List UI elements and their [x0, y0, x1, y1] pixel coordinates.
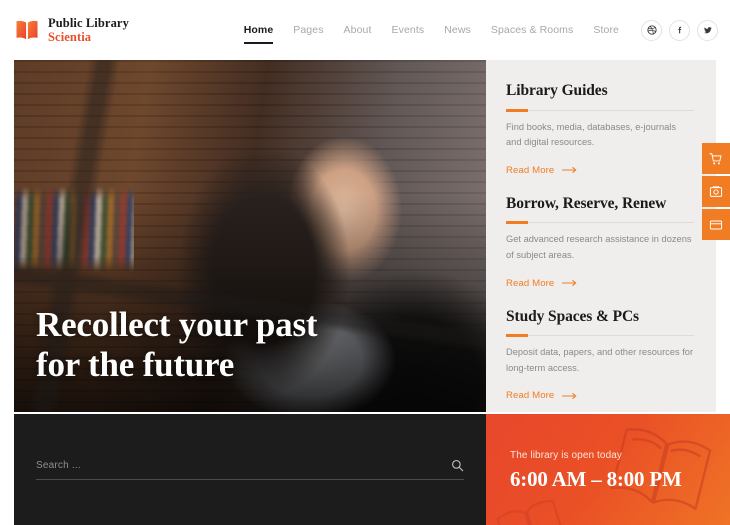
nav-item-pages[interactable]: Pages: [283, 24, 333, 36]
read-more-label: Read More: [506, 164, 555, 176]
search-submit-button[interactable]: [451, 459, 464, 472]
dock-button-gallery[interactable]: [702, 176, 730, 207]
brand-text: Public Library Scientia: [48, 16, 129, 44]
read-more-link-library-guides[interactable]: Read More: [506, 165, 578, 176]
open-book-icon: [16, 20, 38, 40]
social-links: [641, 19, 718, 41]
card-divider: [506, 334, 694, 338]
nav-item-spaces-rooms[interactable]: Spaces & Rooms: [481, 24, 584, 36]
brand-logo[interactable]: Public Library Scientia: [14, 16, 129, 44]
card-title: Borrow, Reserve, Renew: [506, 194, 667, 212]
services-sidebar: Library Guides Find books, media, databa…: [486, 60, 716, 412]
nav-item-home[interactable]: Home: [234, 24, 284, 44]
opening-hours-value: 6:00 AM – 8:00 PM: [510, 467, 682, 491]
window-layout-icon: [709, 219, 723, 230]
dribbble-icon: [646, 25, 657, 35]
hero-headline-line-1: Recollect your past: [36, 304, 318, 344]
arrow-right-icon: [562, 392, 577, 400]
search-input[interactable]: [36, 460, 451, 471]
nav-item-events[interactable]: Events: [382, 24, 435, 36]
search-row: [36, 459, 464, 480]
service-card-borrow-reserve-renew: Borrow, Reserve, Renew Get advanced rese…: [506, 195, 694, 291]
twitter-icon: [703, 27, 712, 34]
card-description: Get advanced research assistance in doze…: [506, 234, 692, 261]
dock-button-cart[interactable]: [702, 143, 730, 174]
card-divider: [506, 108, 694, 112]
dock-button-layout[interactable]: [702, 209, 730, 240]
card-title: Study Spaces & PCs: [506, 307, 639, 325]
hero-headline: Recollect your past for the future: [36, 305, 456, 386]
homepage-root: Public Library Scientia Home Pages About…: [0, 0, 730, 525]
floating-side-dock: [702, 143, 730, 240]
read-more-link-study-spaces-pcs[interactable]: Read More: [506, 390, 578, 401]
brand-subtitle: Scientia: [48, 30, 92, 44]
main-navigation: Home Pages About Events News Spaces & Ro…: [234, 19, 730, 44]
hero-headline-line-2: for the future: [36, 345, 235, 385]
facebook-icon: [677, 26, 681, 34]
brand-title: Public Library: [48, 16, 129, 30]
social-link-facebook[interactable]: [669, 19, 690, 41]
social-link-twitter[interactable]: [697, 19, 718, 41]
service-card-study-spaces-pcs: Study Spaces & PCs Deposit data, papers,…: [506, 308, 694, 404]
open-book-watermark-secondary-icon: [496, 499, 566, 525]
card-divider: [506, 221, 694, 225]
read-more-link-borrow-reserve-renew[interactable]: Read More: [506, 278, 578, 289]
opening-hours-label: The library is open today: [510, 450, 623, 461]
read-more-label: Read More: [506, 277, 555, 289]
arrow-right-icon: [562, 280, 577, 287]
nav-item-about[interactable]: About: [334, 24, 382, 36]
card-description: Deposit data, papers, and other resource…: [506, 347, 694, 373]
image-gallery-icon: [709, 185, 723, 197]
read-more-label: Read More: [506, 390, 555, 402]
search-icon: [452, 460, 464, 472]
card-description: Find books, media, databases, e-journals…: [506, 121, 677, 148]
social-link-dribbble[interactable]: [641, 19, 662, 41]
hero-banner: Recollect your past for the future: [14, 60, 486, 412]
shopping-cart-icon: [709, 152, 722, 164]
arrow-right-icon: [562, 167, 577, 174]
nav-item-store[interactable]: Store: [583, 24, 629, 36]
site-header: Public Library Scientia Home Pages About…: [0, 0, 730, 60]
opening-hours-panel: The library is open today 6:00 AM – 8:00…: [486, 414, 730, 525]
nav-item-news[interactable]: News: [434, 24, 481, 36]
service-card-library-guides: Library Guides Find books, media, databa…: [506, 82, 694, 178]
search-panel: [14, 414, 486, 525]
opening-hours-content: The library is open today 6:00 AM – 8:00…: [510, 450, 682, 492]
card-title: Library Guides: [506, 82, 608, 99]
